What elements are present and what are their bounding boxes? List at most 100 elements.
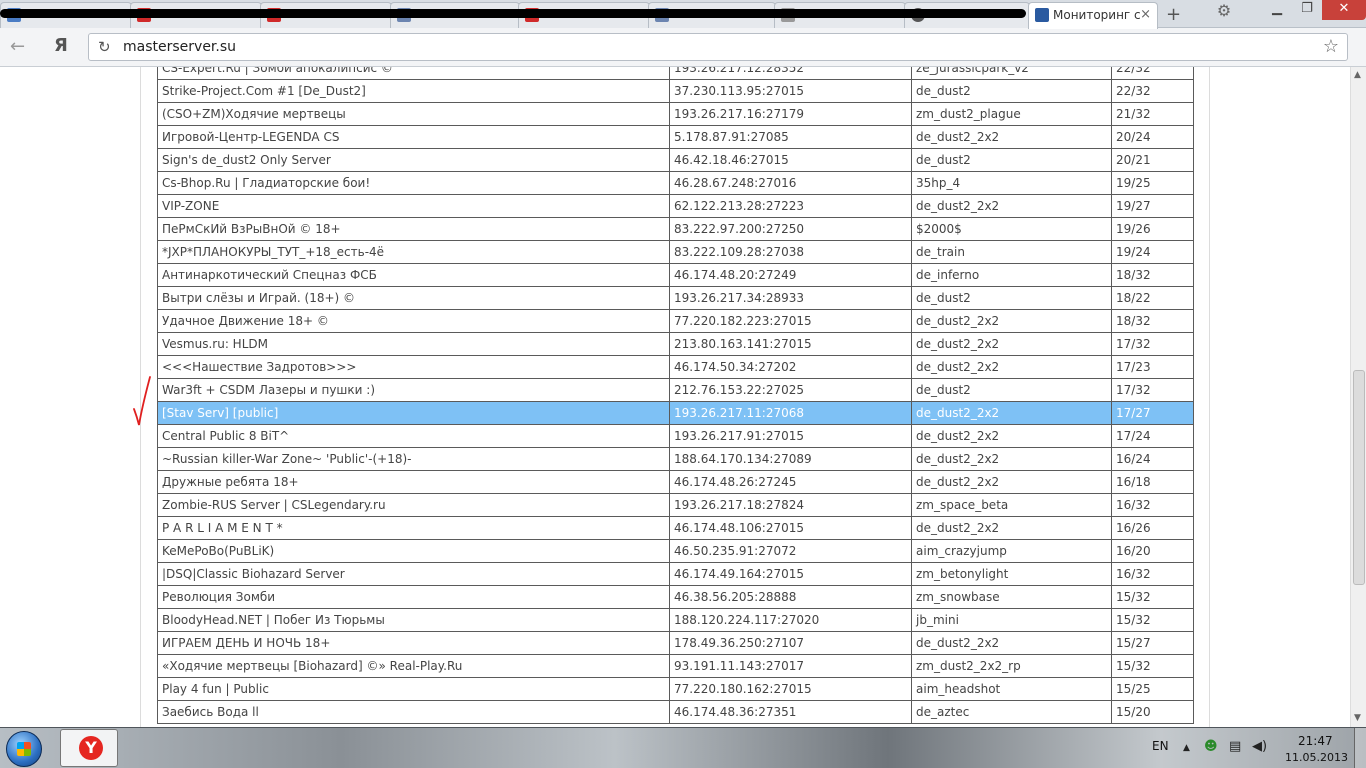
server-address[interactable]: 188.64.170.134:27089: [669, 447, 912, 471]
server-players[interactable]: 18/32: [1111, 309, 1194, 333]
show-desktop-button[interactable]: [1354, 728, 1366, 768]
table-row[interactable]: Заебись Вода ll 46.174.48.36:27351 de_azte…: [157, 700, 1194, 724]
tray-app-icon[interactable]: ☻: [1204, 739, 1218, 754]
maximize-button[interactable]: ❐: [1292, 0, 1322, 20]
table-row[interactable]: Революция Зомби 46.38.56.205:28888 zm_snow…: [157, 585, 1194, 609]
server-map[interactable]: zm_betonylight: [911, 562, 1112, 586]
table-row[interactable]: BloodyHead.NET | Побег Из Тюрьмы 188.120.…: [157, 608, 1194, 632]
server-map[interactable]: de_dust2_2x2: [911, 401, 1112, 425]
language-indicator[interactable]: EN: [1152, 739, 1169, 753]
server-address[interactable]: 46.50.235.91:27072: [669, 539, 912, 563]
server-players[interactable]: 20/21: [1111, 148, 1194, 172]
server-map[interactable]: zm_snowbase: [911, 585, 1112, 609]
server-players[interactable]: 18/32: [1111, 263, 1194, 287]
server-players[interactable]: 15/32: [1111, 585, 1194, 609]
server-map[interactable]: de_dust2_2x2: [911, 470, 1112, 494]
server-players[interactable]: 16/26: [1111, 516, 1194, 540]
server-address[interactable]: 193.26.217.34:28933: [669, 286, 912, 310]
server-map[interactable]: zm_dust2_2x2_rp: [911, 654, 1112, 678]
server-address[interactable]: 213.80.163.141:27015: [669, 332, 912, 356]
tray-expand-icon[interactable]: ▲: [1183, 743, 1190, 753]
server-map[interactable]: $2000$: [911, 217, 1112, 241]
server-name[interactable]: Sign's de_dust2 Only Server: [157, 148, 670, 172]
server-players[interactable]: 17/27: [1111, 401, 1194, 425]
table-row[interactable]: Play 4 fun | Public 77.220.180.162:27015 a…: [157, 677, 1194, 701]
server-map[interactable]: aim_headshot: [911, 677, 1112, 701]
server-map[interactable]: de_dust2_2x2: [911, 355, 1112, 379]
table-row[interactable]: «Ходячие мертвецы [Biohazard] ©» Real-Pl…: [157, 654, 1194, 678]
table-row[interactable]: Strike-Project.Com #1 [De_Dust2] 37.230.1…: [157, 79, 1194, 103]
url-text[interactable]: masterserver.su: [123, 39, 236, 55]
reload-icon[interactable]: ↻: [98, 38, 111, 56]
tab-close-icon[interactable]: ×: [1140, 7, 1151, 22]
server-name[interactable]: Zombie-RUS Server | CSLegendary.ru: [157, 493, 670, 517]
server-players[interactable]: 17/24: [1111, 424, 1194, 448]
table-row[interactable]: Антинаркотический Спецназ ФСБ 46.174.48.2…: [157, 263, 1194, 287]
server-name[interactable]: Заебись Вода ll: [157, 700, 670, 724]
table-row[interactable]: Central Public 8 BiT^ 193.26.217.91:27015…: [157, 424, 1194, 448]
table-row[interactable]: CS-Expert.Ru | Зомби апокалипсис © 193.26…: [157, 67, 1194, 80]
server-players[interactable]: 22/32: [1111, 67, 1194, 80]
server-map[interactable]: jb_mini: [911, 608, 1112, 632]
server-players[interactable]: 20/24: [1111, 125, 1194, 149]
server-players[interactable]: 16/32: [1111, 493, 1194, 517]
vertical-scrollbar[interactable]: ▲ ▼: [1350, 67, 1366, 727]
server-address[interactable]: 46.174.50.34:27202: [669, 355, 912, 379]
table-row[interactable]: ИГРАЕМ ДЕНЬ И НОЧЬ 18+ 178.49.36.250:2710…: [157, 631, 1194, 655]
server-map[interactable]: zm_dust2_plague: [911, 102, 1112, 126]
server-players[interactable]: 17/23: [1111, 355, 1194, 379]
server-players[interactable]: 19/26: [1111, 217, 1194, 241]
network-icon[interactable]: ▤: [1229, 739, 1241, 754]
server-map[interactable]: de_train: [911, 240, 1112, 264]
server-players[interactable]: 16/20: [1111, 539, 1194, 563]
server-map[interactable]: de_dust2_2x2: [911, 194, 1112, 218]
server-name[interactable]: <<<Нашествие Задротов>>>: [157, 355, 670, 379]
server-name[interactable]: Игровой-Центр-LEGENDA CS: [157, 125, 670, 149]
server-address[interactable]: 212.76.153.22:27025: [669, 378, 912, 402]
server-name[interactable]: *JXP*ПЛАНОКУРЫ_ТУТ_+18_есть-4ё: [157, 240, 670, 264]
server-name[interactable]: Вытри слёзы и Играй. (18+) ©: [157, 286, 670, 310]
server-name[interactable]: Play 4 fun | Public: [157, 677, 670, 701]
server-address[interactable]: 46.28.67.248:27016: [669, 171, 912, 195]
table-row[interactable]: *JXP*ПЛАНОКУРЫ_ТУТ_+18_есть-4ё 83.222.109…: [157, 240, 1194, 264]
server-address[interactable]: 93.191.11.143:27017: [669, 654, 912, 678]
server-name[interactable]: Central Public 8 BiT^: [157, 424, 670, 448]
server-map[interactable]: de_dust2_2x2: [911, 631, 1112, 655]
server-players[interactable]: 17/32: [1111, 378, 1194, 402]
server-name[interactable]: ИГРАЕМ ДЕНЬ И НОЧЬ 18+: [157, 631, 670, 655]
server-map[interactable]: ze_jurassicpark_v2: [911, 67, 1112, 80]
yandex-button[interactable]: Я: [54, 35, 68, 56]
table-row[interactable]: Игровой-Центр-LEGENDA CS 5.178.87.91:2708…: [157, 125, 1194, 149]
server-name[interactable]: «Ходячие мертвецы [Biohazard] ©» Real-Pl…: [157, 654, 670, 678]
clock-time[interactable]: 21:47: [1298, 734, 1333, 748]
server-name[interactable]: ПеРмСкИй ВзРыВнОй © 18+: [157, 217, 670, 241]
server-players[interactable]: 16/32: [1111, 562, 1194, 586]
tab-monitoring[interactable]: Мониторинг с ×: [1028, 2, 1158, 29]
close-window-button[interactable]: ✕: [1322, 0, 1366, 20]
table-row[interactable]: ПеРмСкИй ВзРыВнОй © 18+ 83.222.97.200:272…: [157, 217, 1194, 241]
clock-date[interactable]: 11.05.2013: [1285, 751, 1348, 764]
server-players[interactable]: 21/32: [1111, 102, 1194, 126]
server-address[interactable]: 46.174.48.36:27351: [669, 700, 912, 724]
server-address[interactable]: 46.174.48.20:27249: [669, 263, 912, 287]
table-row[interactable]: Zombie-RUS Server | CSLegendary.ru 193.26…: [157, 493, 1194, 517]
server-map[interactable]: 35hp_4: [911, 171, 1112, 195]
table-row[interactable]: Вытри слёзы и Играй. (18+) © 193.26.217.3…: [157, 286, 1194, 310]
server-name[interactable]: KeMePoBo(PuBLiK): [157, 539, 670, 563]
gear-icon[interactable]: ⚙: [1213, 1, 1235, 23]
server-map[interactable]: de_dust2_2x2: [911, 424, 1112, 448]
server-map[interactable]: de_dust2: [911, 79, 1112, 103]
table-row[interactable]: Дружные ребята 18+ 46.174.48.26:27245 de_d…: [157, 470, 1194, 494]
server-map[interactable]: de_dust2_2x2: [911, 332, 1112, 356]
server-map[interactable]: aim_crazyjump: [911, 539, 1112, 563]
server-players[interactable]: 22/32: [1111, 79, 1194, 103]
server-map[interactable]: de_dust2_2x2: [911, 309, 1112, 333]
new-tab-button[interactable]: +: [1166, 4, 1181, 25]
server-address[interactable]: 193.26.217.18:27824: [669, 493, 912, 517]
server-players[interactable]: 16/18: [1111, 470, 1194, 494]
server-name[interactable]: Удачное Движение 18+ ©: [157, 309, 670, 333]
server-address[interactable]: 178.49.36.250:27107: [669, 631, 912, 655]
server-address[interactable]: 77.220.182.223:27015: [669, 309, 912, 333]
server-map[interactable]: de_dust2_2x2: [911, 447, 1112, 471]
server-address[interactable]: 46.38.56.205:28888: [669, 585, 912, 609]
